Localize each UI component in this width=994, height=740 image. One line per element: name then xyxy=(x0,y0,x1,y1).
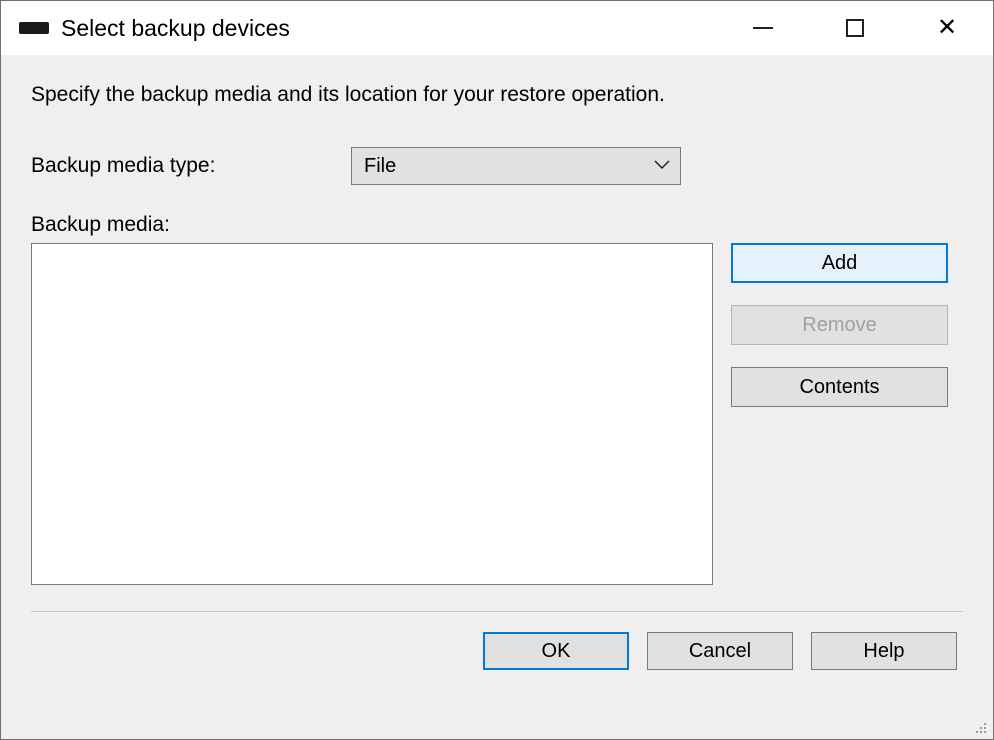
add-button[interactable]: Add xyxy=(731,243,948,283)
client-area: Specify the backup media and its locatio… xyxy=(1,55,993,739)
window-controls: ✕ xyxy=(717,1,993,55)
side-buttons: Add Remove Contents xyxy=(731,243,948,407)
ok-button[interactable]: OK xyxy=(483,632,629,670)
maximize-icon xyxy=(846,19,864,37)
bottom-buttons: OK Cancel Help xyxy=(31,632,963,670)
close-icon: ✕ xyxy=(937,16,957,40)
close-button[interactable]: ✕ xyxy=(901,1,993,55)
maximize-button[interactable] xyxy=(809,1,901,55)
app-icon xyxy=(19,22,49,34)
media-list-label: Backup media: xyxy=(31,213,963,237)
media-type-label: Backup media type: xyxy=(31,154,351,178)
media-type-value: File xyxy=(364,155,654,178)
instruction-text: Specify the backup media and its locatio… xyxy=(31,83,963,107)
window-title: Select backup devices xyxy=(61,15,290,42)
cancel-button[interactable]: Cancel xyxy=(647,632,793,670)
media-row: Add Remove Contents xyxy=(31,243,963,585)
media-type-combobox[interactable]: File xyxy=(351,147,681,185)
backup-media-listbox[interactable] xyxy=(31,243,713,585)
dialog-window: Select backup devices ✕ Specify the back… xyxy=(0,0,994,740)
minimize-button[interactable] xyxy=(717,1,809,55)
media-type-row: Backup media type: File xyxy=(31,147,963,185)
remove-button: Remove xyxy=(731,305,948,345)
separator xyxy=(31,611,963,612)
contents-button[interactable]: Contents xyxy=(731,367,948,407)
resize-grip[interactable] xyxy=(973,720,987,734)
help-button[interactable]: Help xyxy=(811,632,957,670)
chevron-down-icon xyxy=(654,157,670,175)
minimize-icon xyxy=(753,27,773,29)
title-bar: Select backup devices ✕ xyxy=(1,1,993,55)
